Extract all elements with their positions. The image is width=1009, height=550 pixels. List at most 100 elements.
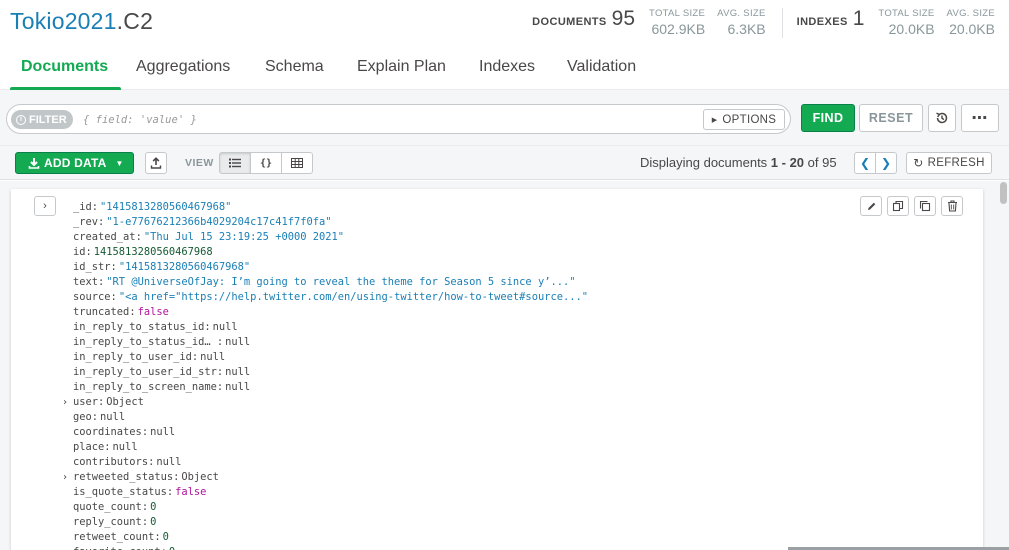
documents-total-size-label: TOTAL SIZE bbox=[649, 8, 706, 19]
list-view-button[interactable] bbox=[219, 152, 251, 174]
tab-validation[interactable]: Validation bbox=[567, 58, 636, 76]
filter-box: i FILTER ▶ OPTIONS bbox=[6, 104, 791, 134]
history-icon bbox=[936, 112, 948, 124]
document-field: quote_count: 0 bbox=[73, 500, 588, 515]
field-value: "<a href="https://help.twitter.com/en/us… bbox=[118, 291, 588, 303]
stats-divider bbox=[781, 8, 783, 38]
field-separator: : bbox=[85, 246, 92, 258]
list-icon bbox=[229, 158, 241, 168]
field-separator: : bbox=[135, 231, 142, 243]
table-icon bbox=[291, 158, 303, 168]
delete-document-button[interactable] bbox=[941, 196, 963, 216]
document-field: _id: "1415813280560467968" bbox=[73, 200, 588, 215]
document-field: reply_count: 0 bbox=[73, 515, 588, 530]
document-list: › _id: "1415813280560467968" _rev: "1-e7… bbox=[0, 181, 1009, 550]
next-page-button[interactable]: ❯ bbox=[875, 152, 897, 174]
field-value: 0 bbox=[150, 501, 157, 513]
field-value: null bbox=[100, 411, 126, 423]
indexes-total-size: 20.0KB bbox=[888, 21, 935, 37]
field-key: in_reply_to_status_id bbox=[73, 321, 205, 333]
collection-tabs: Documents Aggregations Schema Explain Pl… bbox=[0, 46, 1009, 91]
tab-schema[interactable]: Schema bbox=[265, 58, 324, 76]
field-value: "1415813280560467968" bbox=[100, 201, 232, 213]
expand-document-button[interactable]: › bbox=[34, 196, 56, 216]
documents-toolbar: ADD DATA ▼ VIEW {} Displaying documents … bbox=[0, 146, 1009, 180]
document-field: in_reply_to_status_id: null bbox=[73, 320, 588, 335]
field-separator: : bbox=[110, 291, 117, 303]
json-view-button[interactable]: {} bbox=[250, 152, 282, 174]
field-separator: : bbox=[161, 546, 167, 550]
field-separator: : bbox=[204, 321, 211, 333]
trash-icon bbox=[947, 200, 957, 212]
field-separator: : bbox=[154, 531, 161, 543]
field-separator: : bbox=[129, 306, 136, 318]
caret-right-icon: ▶ bbox=[711, 116, 718, 124]
field-value: null bbox=[156, 456, 182, 468]
document-field: source: "<a href="https://help.twitter.co… bbox=[73, 290, 588, 305]
document-field[interactable]: › retweeted_status: Object bbox=[62, 470, 588, 485]
field-separator: : bbox=[98, 396, 105, 408]
document-field: in_reply_to_user_id_str: null bbox=[73, 365, 588, 380]
field-key: truncated bbox=[73, 306, 130, 318]
clone-document-button[interactable] bbox=[914, 196, 936, 216]
database-name-link[interactable]: Tokio2021 bbox=[10, 8, 117, 34]
reset-button[interactable]: RESET bbox=[859, 104, 923, 132]
indexes-count: 1 bbox=[852, 7, 865, 30]
field-separator: : bbox=[141, 426, 149, 438]
field-separator: : bbox=[216, 381, 224, 393]
field-key: quote_count bbox=[73, 501, 142, 513]
field-key: text bbox=[73, 276, 99, 288]
indexes-avg-size-stat: AVG. SIZE 20.0KB bbox=[947, 8, 995, 37]
indexes-avg-size: 20.0KB bbox=[949, 21, 995, 37]
indexes-label: INDEXES bbox=[796, 16, 848, 28]
refresh-button[interactable]: ↻ REFRESH bbox=[906, 152, 992, 174]
document-field: coordinates: null bbox=[73, 425, 588, 440]
field-value: false bbox=[137, 306, 169, 318]
copy-document-button[interactable] bbox=[887, 196, 909, 216]
expand-caret-icon[interactable]: › bbox=[62, 470, 68, 485]
export-collection-button[interactable] bbox=[145, 152, 167, 174]
filter-pill[interactable]: i FILTER bbox=[11, 110, 73, 129]
add-data-label: ADD DATA bbox=[44, 156, 107, 170]
more-options-button[interactable]: ⋯ bbox=[961, 104, 999, 132]
edit-document-button[interactable] bbox=[860, 196, 882, 216]
field-value: "Thu Jul 15 23:19:25 +0000 2021" bbox=[143, 231, 345, 243]
collection-header: Tokio2021.C2 DOCUMENTS 95 TOTAL SIZE 602… bbox=[0, 0, 1009, 46]
document-field: in_reply_to_screen_name: null bbox=[73, 380, 588, 395]
documents-total-size: 602.9KB bbox=[651, 21, 706, 37]
previous-page-button[interactable]: ❮ bbox=[854, 152, 876, 174]
field-value: 0 bbox=[169, 546, 175, 550]
document-field[interactable]: › user: Object bbox=[62, 395, 588, 410]
find-button[interactable]: FIND bbox=[801, 104, 855, 132]
vertical-scrollbar[interactable] bbox=[995, 181, 1009, 550]
document-field: is_quote_status: false bbox=[73, 485, 588, 500]
tab-aggregations[interactable]: Aggregations bbox=[136, 58, 230, 76]
chevron-right-icon: › bbox=[43, 200, 47, 212]
table-view-button[interactable] bbox=[281, 152, 313, 174]
field-key: id bbox=[73, 246, 86, 258]
field-key: geo bbox=[73, 411, 92, 423]
field-separator: : bbox=[166, 486, 174, 498]
filter-input[interactable] bbox=[83, 111, 683, 129]
options-button[interactable]: ▶ OPTIONS bbox=[703, 109, 785, 130]
expand-caret-icon[interactable]: › bbox=[62, 395, 68, 410]
document-field: place: null bbox=[73, 440, 588, 455]
field-separator: : bbox=[91, 411, 99, 423]
tab-indexes[interactable]: Indexes bbox=[479, 58, 535, 76]
field-value: null bbox=[200, 351, 226, 363]
document-field: geo: null bbox=[73, 410, 588, 425]
add-data-button[interactable]: ADD DATA ▼ bbox=[15, 152, 134, 174]
document-actions bbox=[855, 196, 963, 216]
field-value: null bbox=[212, 321, 238, 333]
tab-explain-plan[interactable]: Explain Plan bbox=[357, 58, 446, 76]
documents-total-size-stat: TOTAL SIZE 602.9KB bbox=[649, 8, 705, 37]
query-history-button[interactable] bbox=[928, 104, 956, 132]
field-value: Object bbox=[181, 471, 219, 483]
tab-documents[interactable]: Documents bbox=[21, 58, 108, 76]
document-field: retweet_count: 0 bbox=[73, 530, 588, 545]
scrollbar-thumb[interactable] bbox=[1000, 182, 1007, 204]
collection-stats: DOCUMENTS 95 TOTAL SIZE 602.9KB AVG. SIZ… bbox=[532, 8, 995, 38]
field-key: favorite_count bbox=[73, 546, 161, 550]
field-key: source bbox=[73, 291, 111, 303]
field-key: retweeted_status bbox=[73, 471, 174, 483]
